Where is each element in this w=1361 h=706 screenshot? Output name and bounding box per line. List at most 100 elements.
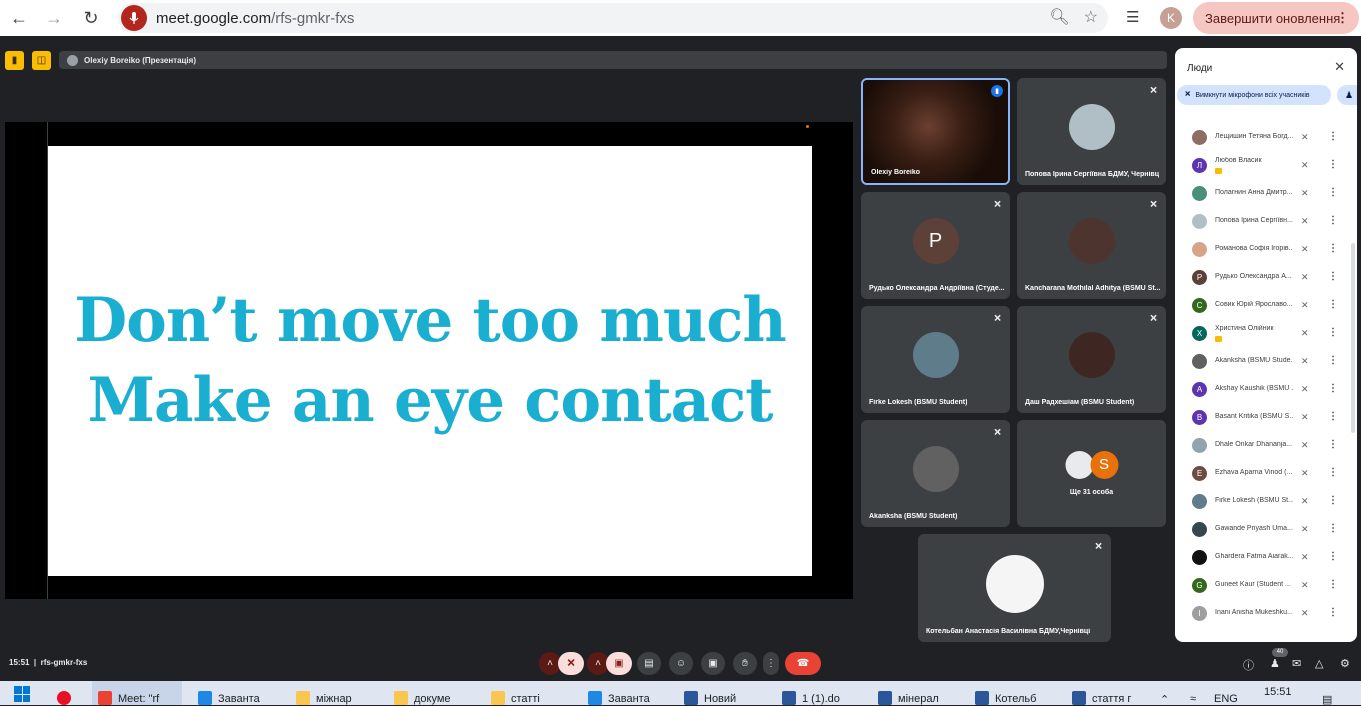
mic-off-icon[interactable]: ✕ xyxy=(1301,328,1309,339)
participant-tile[interactable]: ❌︎ Kancharana Mothilal Adhitya (BSMU St.… xyxy=(1017,192,1166,299)
participant-row[interactable]: C Совик Юрій Ярославо... ✕ ⋮ xyxy=(1175,292,1357,320)
zoom-icon[interactable]: 🔍︎ xyxy=(1049,7,1069,27)
participant-row[interactable]: Полагнин Анна Дмитр... ✕ ⋮ xyxy=(1175,180,1357,208)
raise-hand-button[interactable]: ✋︎ xyxy=(733,652,757,675)
participant-row[interactable]: Романова Софія Ігорів... ✕ ⋮ xyxy=(1175,236,1357,264)
taskbar-clock[interactable]: 15:51 xyxy=(1264,686,1292,698)
taskbar-item[interactable]: Котельб xyxy=(969,681,1059,705)
chat-icon[interactable]: ✉ xyxy=(1292,657,1301,670)
mic-off-icon[interactable]: ✕ xyxy=(1301,496,1309,507)
participant-row[interactable]: Akanksha (BSMU Stude... ✕ ⋮ xyxy=(1175,348,1357,376)
present-button[interactable]: ▣ xyxy=(701,652,725,675)
mic-off-icon[interactable]: ✕ xyxy=(1301,272,1309,283)
more-vert-icon[interactable]: ⋮ xyxy=(1328,159,1338,170)
mic-off-icon[interactable]: ✕ xyxy=(1301,552,1309,563)
more-vert-icon[interactable]: ⋮ xyxy=(1328,551,1338,562)
scrollbar[interactable] xyxy=(1351,243,1355,433)
participant-row[interactable]: X Христина Олійник ✕ ⋮ xyxy=(1175,320,1357,348)
mic-off-icon[interactable]: ✕ xyxy=(1301,216,1309,227)
address-bar[interactable]: meet.google.com/rfs-gmkr-fxs 🔍︎ ☆ xyxy=(118,3,1108,33)
mic-off-icon[interactable]: ✕ xyxy=(1301,244,1309,255)
more-vert-icon[interactable]: ⋮ xyxy=(1328,215,1338,226)
emoji-button[interactable]: ☺ xyxy=(669,652,693,675)
presenter-pill[interactable]: Olexiy Boreiko (Презентація) xyxy=(59,51,1167,69)
participant-tile[interactable]: ❌︎ Даш Радхешіам (BSMU Student) xyxy=(1017,306,1166,413)
more-options-button[interactable]: ⋮ xyxy=(763,652,779,675)
taskbar-item[interactable]: мінерал xyxy=(872,681,962,705)
forward-icon[interactable]: → xyxy=(41,5,67,31)
mic-off-icon[interactable]: ✕ xyxy=(1301,384,1309,395)
participant-row[interactable]: Gawande Priyash Uma... ✕ ⋮ xyxy=(1175,516,1357,544)
taskbar-item[interactable]: статті xyxy=(485,681,575,705)
more-participants-tile[interactable]: S Ще 31 особа xyxy=(1017,420,1166,527)
notifications-icon[interactable]: ▤ xyxy=(1322,693,1332,706)
windows-start-icon[interactable] xyxy=(14,686,30,702)
update-button[interactable]: Завершити оновлення ⋮ xyxy=(1193,2,1359,34)
mic-off-icon[interactable]: ✕ xyxy=(1301,132,1309,143)
more-vert-icon[interactable]: ⋮ xyxy=(1328,411,1338,422)
mic-off-button[interactable]: ❌︎ xyxy=(558,652,584,675)
taskbar-item[interactable]: Заванта xyxy=(192,681,282,705)
more-vert-icon[interactable]: ⋮ xyxy=(1328,467,1338,478)
camera-off-button[interactable]: ▣ xyxy=(606,652,632,675)
more-vert-icon[interactable]: ⋮ xyxy=(1328,355,1338,366)
taskbar-item[interactable]: докуме xyxy=(388,681,478,705)
participant-tile[interactable]: ❌︎ Котельбан Анастасія Василівна БДМУ,Че… xyxy=(918,534,1111,642)
wifi-icon[interactable]: ≈ xyxy=(1190,693,1196,705)
participant-row[interactable]: I Inani Anisha Mukeshku... ✕ ⋮ xyxy=(1175,600,1357,628)
mic-in-use-icon[interactable] xyxy=(121,5,147,31)
mic-off-icon[interactable]: ✕ xyxy=(1301,524,1309,535)
network-icon[interactable]: ⌃ xyxy=(1160,693,1169,706)
people-icon[interactable]: ♟ xyxy=(1270,657,1280,670)
taskbar-item[interactable]: міжнар xyxy=(290,681,380,705)
more-vert-icon[interactable]: ⋮ xyxy=(1328,327,1338,338)
opera-icon[interactable] xyxy=(57,681,85,705)
participant-row[interactable]: B Basant Kritika (BSMU S... ✕ ⋮ xyxy=(1175,404,1357,432)
mute-all-button[interactable]: ❌︎ Вимкнути мікрофони всіх учасників xyxy=(1177,85,1331,105)
reload-icon[interactable]: ↻ xyxy=(78,5,104,31)
participant-row[interactable]: Ghardera Fatma Aiarak... ✕ ⋮ xyxy=(1175,544,1357,572)
captions-button[interactable]: ▤ xyxy=(637,652,661,675)
more-vert-icon[interactable]: ⋮ xyxy=(1328,607,1338,618)
close-icon[interactable]: ✕ xyxy=(1334,59,1345,75)
more-vert-icon[interactable]: ⋮ xyxy=(1328,495,1338,506)
participant-tile[interactable]: ❌︎ Попова Ірина Сергіївна БДМУ, Чернівц xyxy=(1017,78,1166,185)
add-people-icon[interactable]: ♟ xyxy=(1337,85,1357,105)
layout-toggle-icon[interactable]: ◫ xyxy=(32,50,51,70)
back-icon[interactable]: ← xyxy=(6,5,32,31)
taskbar-item[interactable]: Заванта xyxy=(582,681,672,705)
mic-off-icon[interactable]: ✕ xyxy=(1301,356,1309,367)
participant-row[interactable]: E Ezhava Aparna Vinod (... ✕ ⋮ xyxy=(1175,460,1357,488)
more-vert-icon[interactable]: ⋮ xyxy=(1328,579,1338,590)
more-vert-icon[interactable]: ⋮ xyxy=(1328,439,1338,450)
more-vert-icon[interactable]: ⋮ xyxy=(1328,131,1338,142)
more-vert-icon[interactable]: ⋮ xyxy=(1328,243,1338,254)
mic-off-icon[interactable]: ✕ xyxy=(1301,440,1309,451)
bookmark-star-icon[interactable]: ☆ xyxy=(1084,7,1098,27)
participant-row[interactable]: Попова Ірина Сергіївн... ✕ ⋮ xyxy=(1175,208,1357,236)
more-vert-icon[interactable]: ⋮ xyxy=(1328,187,1338,198)
info-icon[interactable]: ⓘ xyxy=(1243,657,1254,673)
language-indicator[interactable]: ENG xyxy=(1214,693,1238,705)
mic-off-icon[interactable]: ✕ xyxy=(1301,580,1309,591)
participant-row[interactable]: Firke Lokesh (BSMU St... ✕ ⋮ xyxy=(1175,488,1357,516)
more-vert-icon[interactable]: ⋮ xyxy=(1328,383,1338,394)
more-vert-icon[interactable]: ⋮ xyxy=(1328,523,1338,534)
taskbar-item[interactable]: Meet: "rf xyxy=(92,681,182,705)
activities-icon[interactable]: △ xyxy=(1315,657,1323,670)
mic-off-icon[interactable]: ✕ xyxy=(1301,188,1309,199)
leave-call-button[interactable]: ☎︎ xyxy=(785,652,821,675)
participant-row[interactable]: A Akshay Kaushik (BSMU ... ✕ ⋮ xyxy=(1175,376,1357,404)
mic-off-icon[interactable]: ✕ xyxy=(1301,160,1309,171)
participant-tile[interactable]: ▮ Olexiy Boreiko xyxy=(861,78,1010,185)
host-controls-icon[interactable]: ⚙ xyxy=(1340,657,1350,670)
mic-off-icon[interactable]: ✕ xyxy=(1301,608,1309,619)
media-control-icon[interactable]: ☰ xyxy=(1126,8,1139,26)
participant-row[interactable]: Dhale Onkar Dhananja... ✕ ⋮ xyxy=(1175,432,1357,460)
more-vert-icon[interactable]: ⋮ xyxy=(1328,271,1338,282)
captions-toggle-icon[interactable]: ▮ xyxy=(5,50,24,70)
participant-row[interactable]: Л Любов Власик ✕ ⋮ xyxy=(1175,152,1357,180)
mic-off-icon[interactable]: ✕ xyxy=(1301,412,1309,423)
participant-tile[interactable]: ❌︎ Akanksha (BSMU Student) xyxy=(861,420,1010,527)
kebab-menu-icon[interactable]: ⋮ xyxy=(1336,10,1349,26)
